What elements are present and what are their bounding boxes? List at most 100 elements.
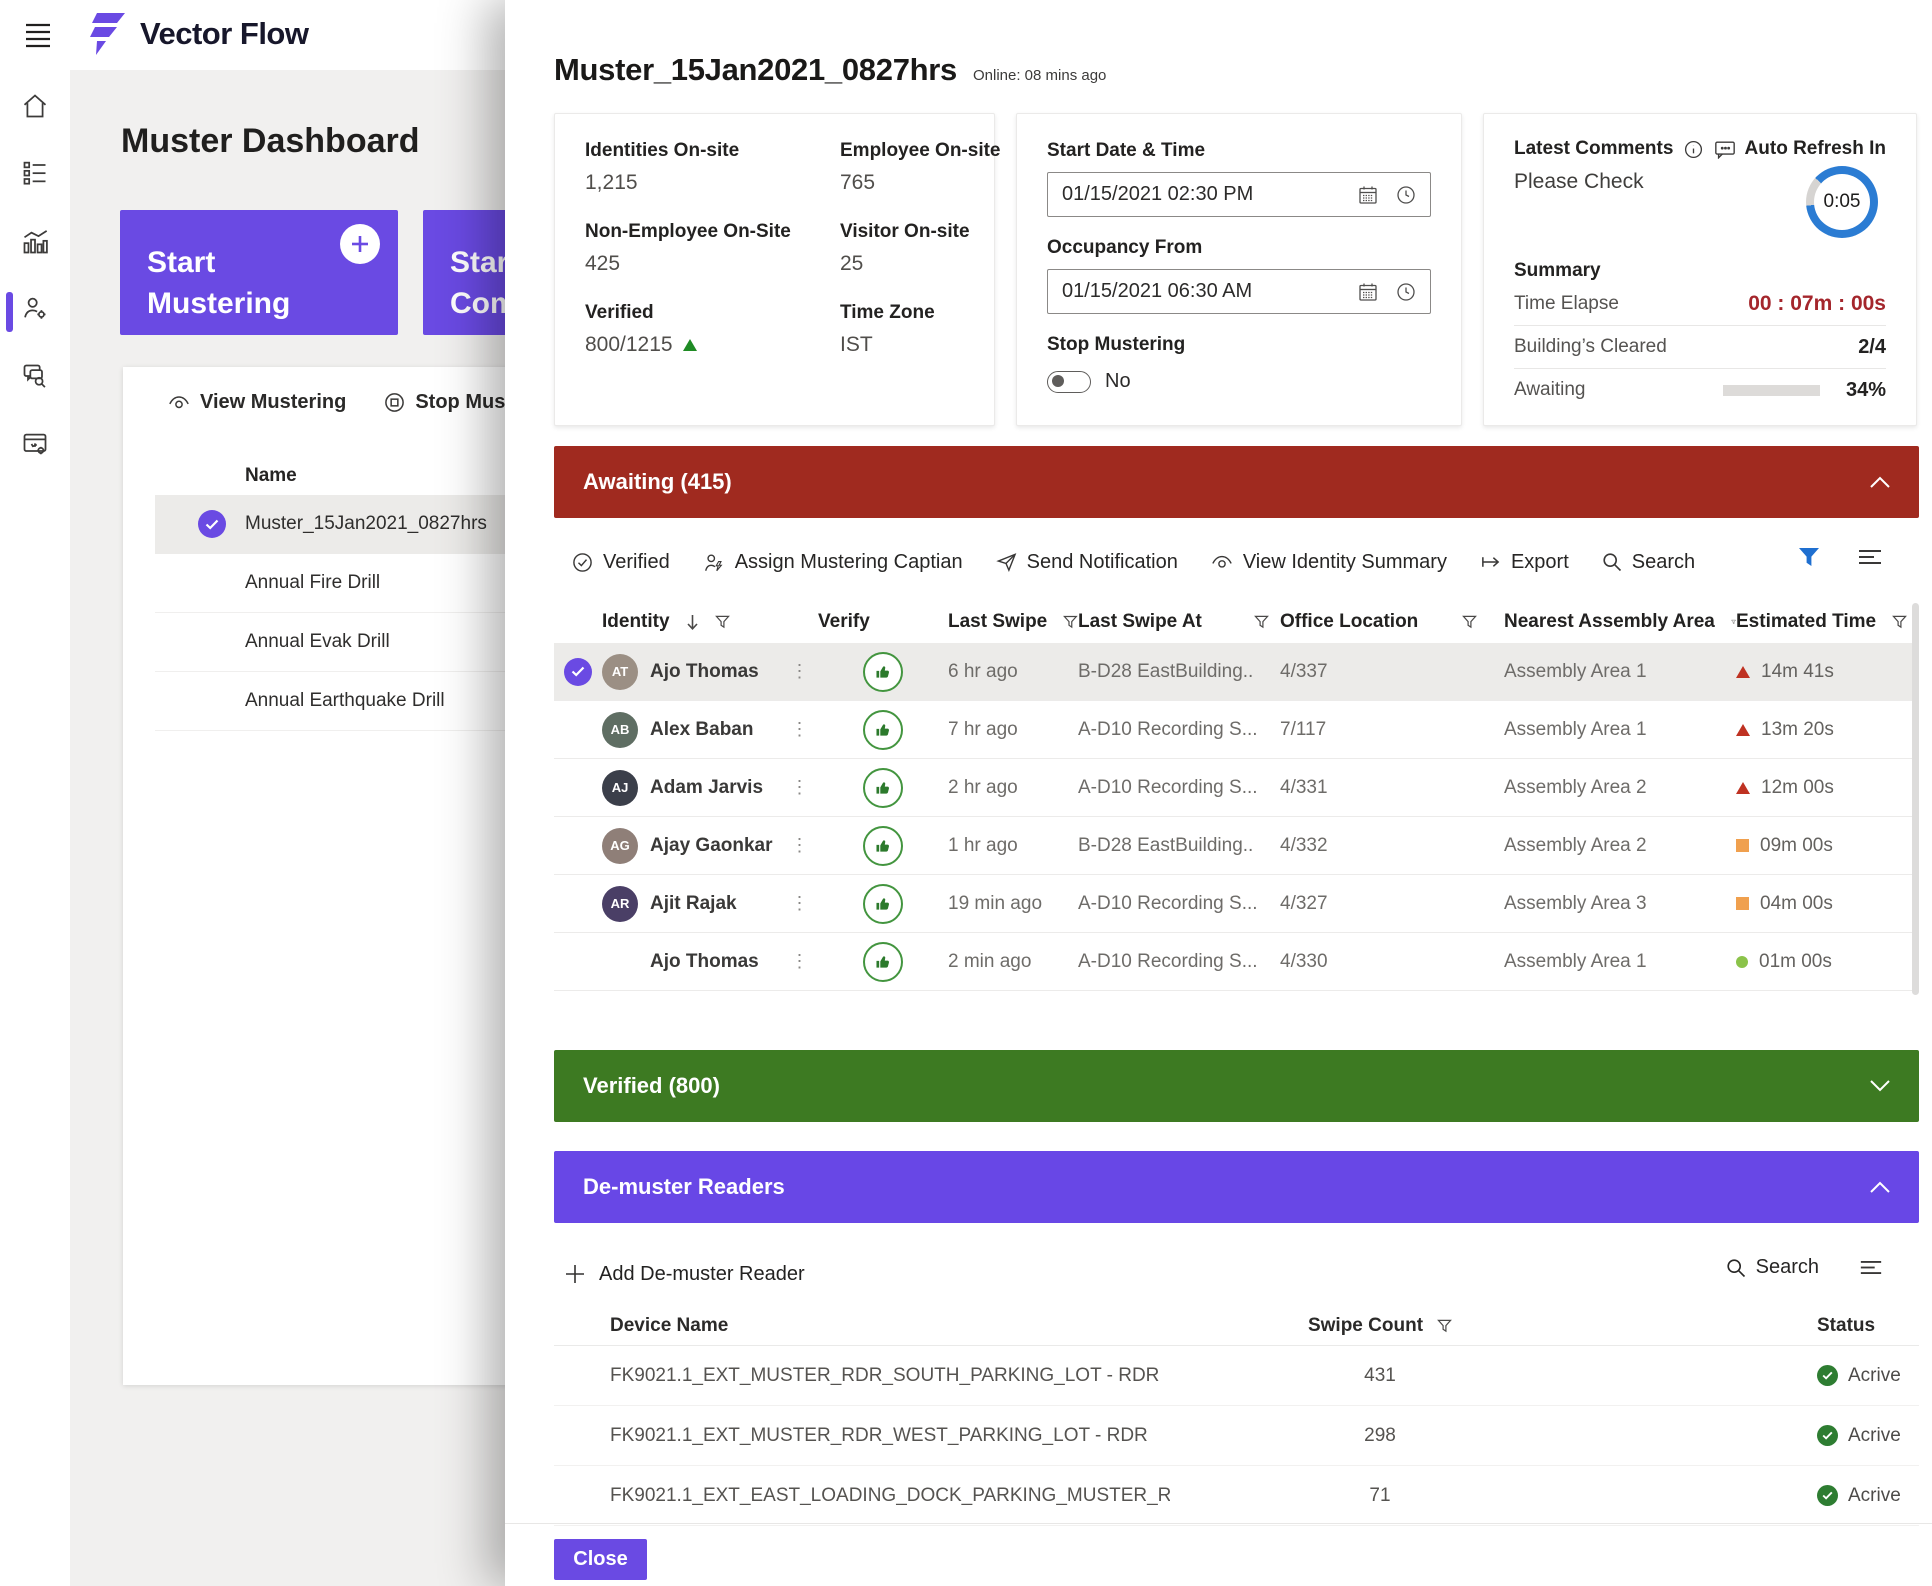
start-mustering-button[interactable]: Start Mustering [120,210,398,335]
muster-list-name-header: Name [245,465,297,487]
filter-funnel-icon[interactable] [715,615,730,629]
chevron-up-icon[interactable] [1868,475,1892,489]
filter-funnel-icon[interactable] [1892,615,1907,629]
user-settings-icon[interactable] [21,294,49,322]
nonemployee-value: 425 [585,252,840,276]
brand-logo-icon [84,11,128,57]
calendar-icon[interactable] [1358,282,1378,302]
list-item[interactable]: Muster_15Jan2021_0827hrs [155,495,543,554]
add-demuster-reader-button[interactable]: Add De-muster Reader [565,1252,805,1296]
column-status: Status [1767,1315,1919,1337]
avatar: AT [602,944,638,980]
selected-check-icon[interactable] [564,658,592,686]
comment-icon[interactable] [1714,140,1736,159]
list-item[interactable]: Annual Fire Drill [155,554,543,613]
calendar-icon[interactable] [1358,185,1378,205]
identity-row[interactable]: AJ Adam Jarvis ⋮ 2 hr ago A-D10 Recordin… [554,759,1919,817]
view-options-icon[interactable] [1857,548,1883,566]
info-icon[interactable] [1684,140,1703,159]
avatar: AT [602,654,638,690]
row-menu-icon[interactable]: ⋮ [782,951,818,972]
app: Vector Flow Muster Dashboard Start Muste… [0,0,1932,1586]
column-last-swipe-at: Last Swipe At [1078,611,1280,633]
awaiting-progress-bar [1723,385,1820,396]
demuster-section-header[interactable]: De-muster Readers [554,1151,1919,1223]
chevron-up-icon[interactable] [1868,1180,1892,1194]
menu-icon[interactable] [24,22,52,48]
filter-funnel-icon[interactable] [1437,1319,1452,1333]
auto-refresh-timer: 0:05 [1806,166,1878,238]
comment-search-icon[interactable] [21,362,49,390]
verified-section-header[interactable]: Verified (800) [554,1050,1919,1122]
column-last-swipe: Last Swipe [948,611,1078,633]
chevron-down-icon[interactable] [1868,1079,1892,1093]
employee-value: 765 [840,171,1001,195]
time-elapse-value: 00 : 07m : 00s [1748,292,1886,316]
export-button[interactable]: Export [1480,551,1569,574]
verify-thumb-button[interactable] [863,884,903,924]
muster-list-card: View Mustering Stop Musterin Name Muster… [123,367,543,1385]
column-nearest-assembly: Nearest Assembly Area [1504,611,1736,633]
view-identity-summary-button[interactable]: View Identity Summary [1211,551,1447,574]
list-item[interactable]: Annual Evak Drill [155,613,543,672]
verify-thumb-button[interactable] [863,652,903,692]
row-menu-icon[interactable]: ⋮ [782,893,818,914]
person-bolt-icon [703,552,725,573]
stop-mustering-toggle[interactable] [1047,371,1091,393]
filter-funnel-icon[interactable] [1462,615,1477,629]
demuster-table: Device Name Swipe Count Status FK9021.1_… [554,1306,1919,1526]
avatar: AJ [602,770,638,806]
buildings-cleared-row: Building’s Cleared 2/4 [1514,325,1886,368]
device-row[interactable]: FK9021.1_EXT_EAST_LOADING_DOCK_PARKING_M… [554,1466,1919,1526]
column-office-location: Office Location [1280,611,1504,633]
view-mustering-button[interactable]: View Mustering [168,391,346,414]
device-row[interactable]: FK9021.1_EXT_MUSTER_RDR_WEST_PARKING_LOT… [554,1406,1919,1466]
verify-thumb-button[interactable] [863,942,903,982]
active-nav-indicator [6,292,13,332]
verified-action-button[interactable]: Verified [572,551,670,574]
device-row[interactable]: FK9021.1_EXT_MUSTER_RDR_SOUTH_PARKING_LO… [554,1346,1919,1406]
verify-thumb-button[interactable] [863,710,903,750]
demuster-search-button[interactable]: Search [1726,1256,1819,1279]
assign-captain-button[interactable]: Assign Mustering Captian [703,551,963,574]
home-icon[interactable] [21,92,49,120]
awaiting-section-header[interactable]: Awaiting (415) [554,446,1919,518]
list-item[interactable]: Annual Earthquake Drill [155,672,543,731]
search-button[interactable]: Search [1602,551,1695,574]
column-estimated-time: Estimated Time [1736,611,1919,633]
app-settings-icon[interactable] [21,430,49,458]
toggle-value: No [1105,370,1131,393]
close-button[interactable]: Close [554,1539,647,1580]
identity-row[interactable]: AB Alex Baban ⋮ 7 hr ago A-D10 Recording… [554,701,1919,759]
filter-funnel-active-icon[interactable] [1797,546,1821,568]
identity-row[interactable]: AT Ajo Thomas ⋮ 2 min ago A-D10 Recordin… [554,933,1919,991]
view-options-icon[interactable] [1859,1259,1883,1276]
verify-thumb-button[interactable] [863,768,903,808]
filter-funnel-icon[interactable] [1063,615,1078,629]
awaiting-toolbar: Verified Assign Mustering Captian Send N… [572,540,1695,584]
identity-row[interactable]: AG Ajay Gaonkar ⋮ 1 hr ago B-D28 EastBui… [554,817,1919,875]
send-notification-button[interactable]: Send Notification [996,551,1178,574]
row-menu-icon[interactable]: ⋮ [782,719,818,740]
awaiting-percent: 34% [1846,379,1886,402]
queue-list-icon[interactable] [21,158,49,186]
occupancy-from-input[interactable]: 01/15/2021 06:30 AM [1047,269,1431,314]
row-menu-icon[interactable]: ⋮ [782,661,818,682]
muster-list: Muster_15Jan2021_0827hrs Annual Fire Dri… [155,495,543,731]
table-scrollbar[interactable] [1912,603,1919,995]
clock-icon[interactable] [1396,282,1416,302]
analytics-icon[interactable] [21,228,49,256]
identity-row[interactable]: AR Ajit Rajak ⋮ 19 min ago A-D10 Recordi… [554,875,1919,933]
identity-row[interactable]: AT Ajo Thomas ⋮ 6 hr ago B-D28 EastBuild… [554,643,1919,701]
search-icon [1602,552,1622,572]
sort-descending-icon[interactable] [686,614,699,631]
awaiting-table-header: Identity Verify Last Swipe Last Swipe At… [554,601,1919,643]
row-menu-icon[interactable]: ⋮ [782,777,818,798]
clock-icon[interactable] [1396,185,1416,205]
start-datetime-input[interactable]: 01/15/2021 02:30 PM [1047,172,1431,217]
eye-icon [168,394,190,412]
filter-funnel-icon[interactable] [1254,615,1269,629]
identities-value: 1,215 [585,171,840,195]
row-menu-icon[interactable]: ⋮ [782,835,818,856]
verify-thumb-button[interactable] [863,826,903,866]
